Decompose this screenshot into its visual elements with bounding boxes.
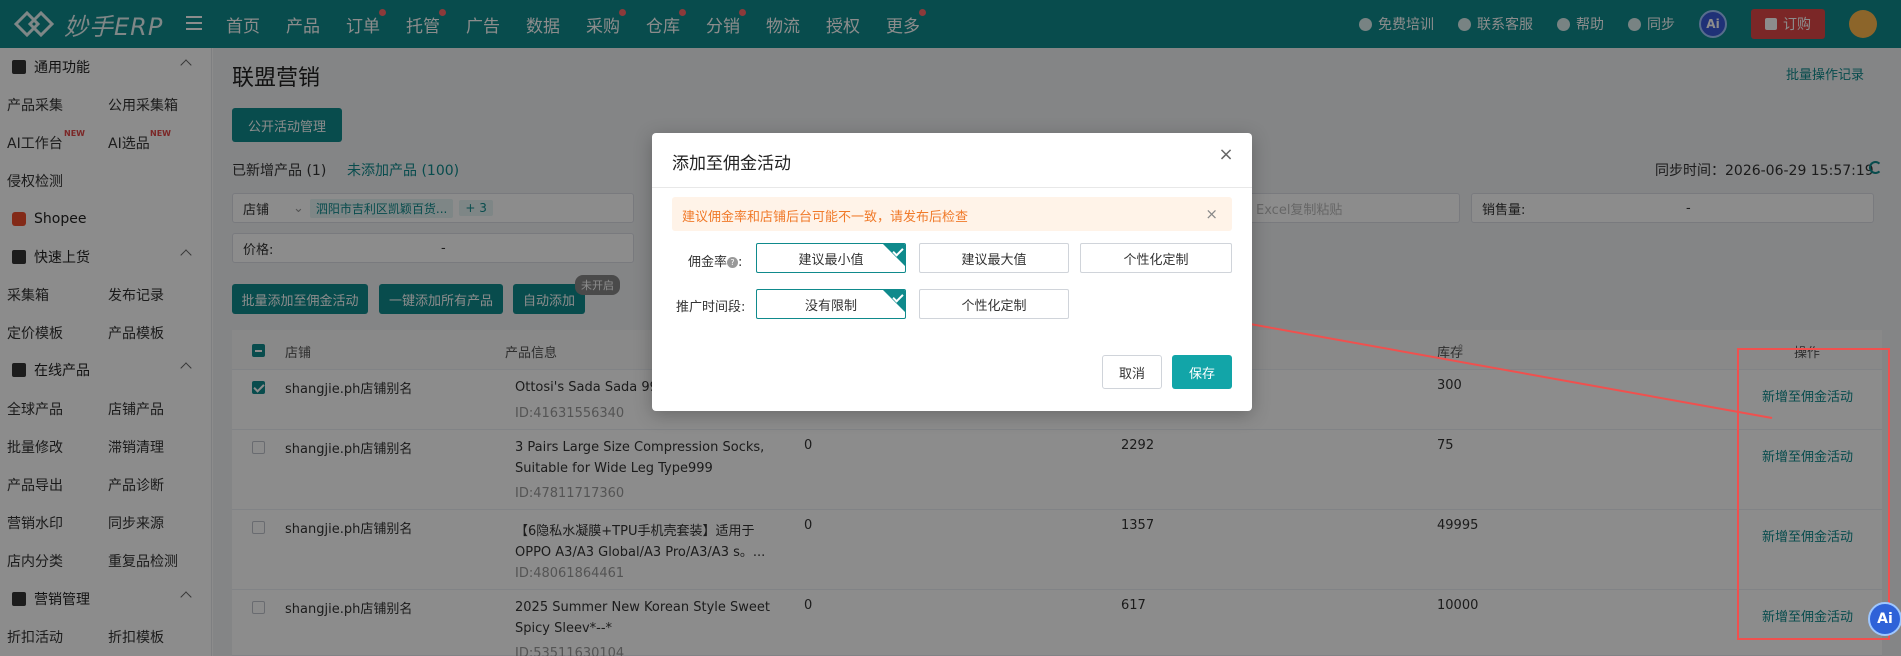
rate-option-max[interactable]: 建议最大值	[919, 243, 1069, 273]
period-option-unlimited[interactable]: 没有限制	[756, 289, 906, 319]
floating-ai-assistant-button[interactable]: Ai	[1868, 602, 1901, 636]
option-label: 建议最大值	[961, 252, 1027, 268]
period-option-custom[interactable]: 个性化定制	[919, 289, 1069, 319]
question-icon[interactable]: ?	[727, 257, 739, 268]
promotion-period-label: 推广时间段:	[676, 300, 746, 315]
close-icon[interactable]: ×	[1218, 146, 1234, 164]
option-label: 个性化定制	[1123, 252, 1189, 268]
commission-rate-label: 佣金率?:	[688, 255, 743, 270]
rate-option-custom[interactable]: 个性化定制	[1080, 243, 1232, 273]
option-label: 建议最小值	[798, 252, 864, 268]
save-button[interactable]: 保存	[1172, 355, 1232, 389]
add-to-commission-dialog: 添加至佣金活动 × 建议佣金率和店铺后台可能不一致，请发布后检查 × 佣金率?:…	[652, 133, 1252, 411]
annotation-highlight-box	[1737, 348, 1890, 640]
option-label: 没有限制	[804, 298, 857, 314]
option-label: 个性化定制	[961, 298, 1027, 314]
cancel-button[interactable]: 取消	[1102, 355, 1162, 389]
warning-alert: 建议佣金率和店铺后台可能不一致，请发布后检查 ×	[672, 197, 1232, 231]
dialog-title: 添加至佣金活动	[672, 154, 791, 174]
warning-text: 建议佣金率和店铺后台可能不一致，请发布后检查	[682, 210, 969, 225]
dialog-divider	[652, 187, 1252, 188]
close-icon[interactable]: ×	[1205, 205, 1218, 223]
rate-option-min[interactable]: 建议最小值	[756, 243, 906, 273]
rate-label-text: 佣金率	[688, 255, 728, 270]
